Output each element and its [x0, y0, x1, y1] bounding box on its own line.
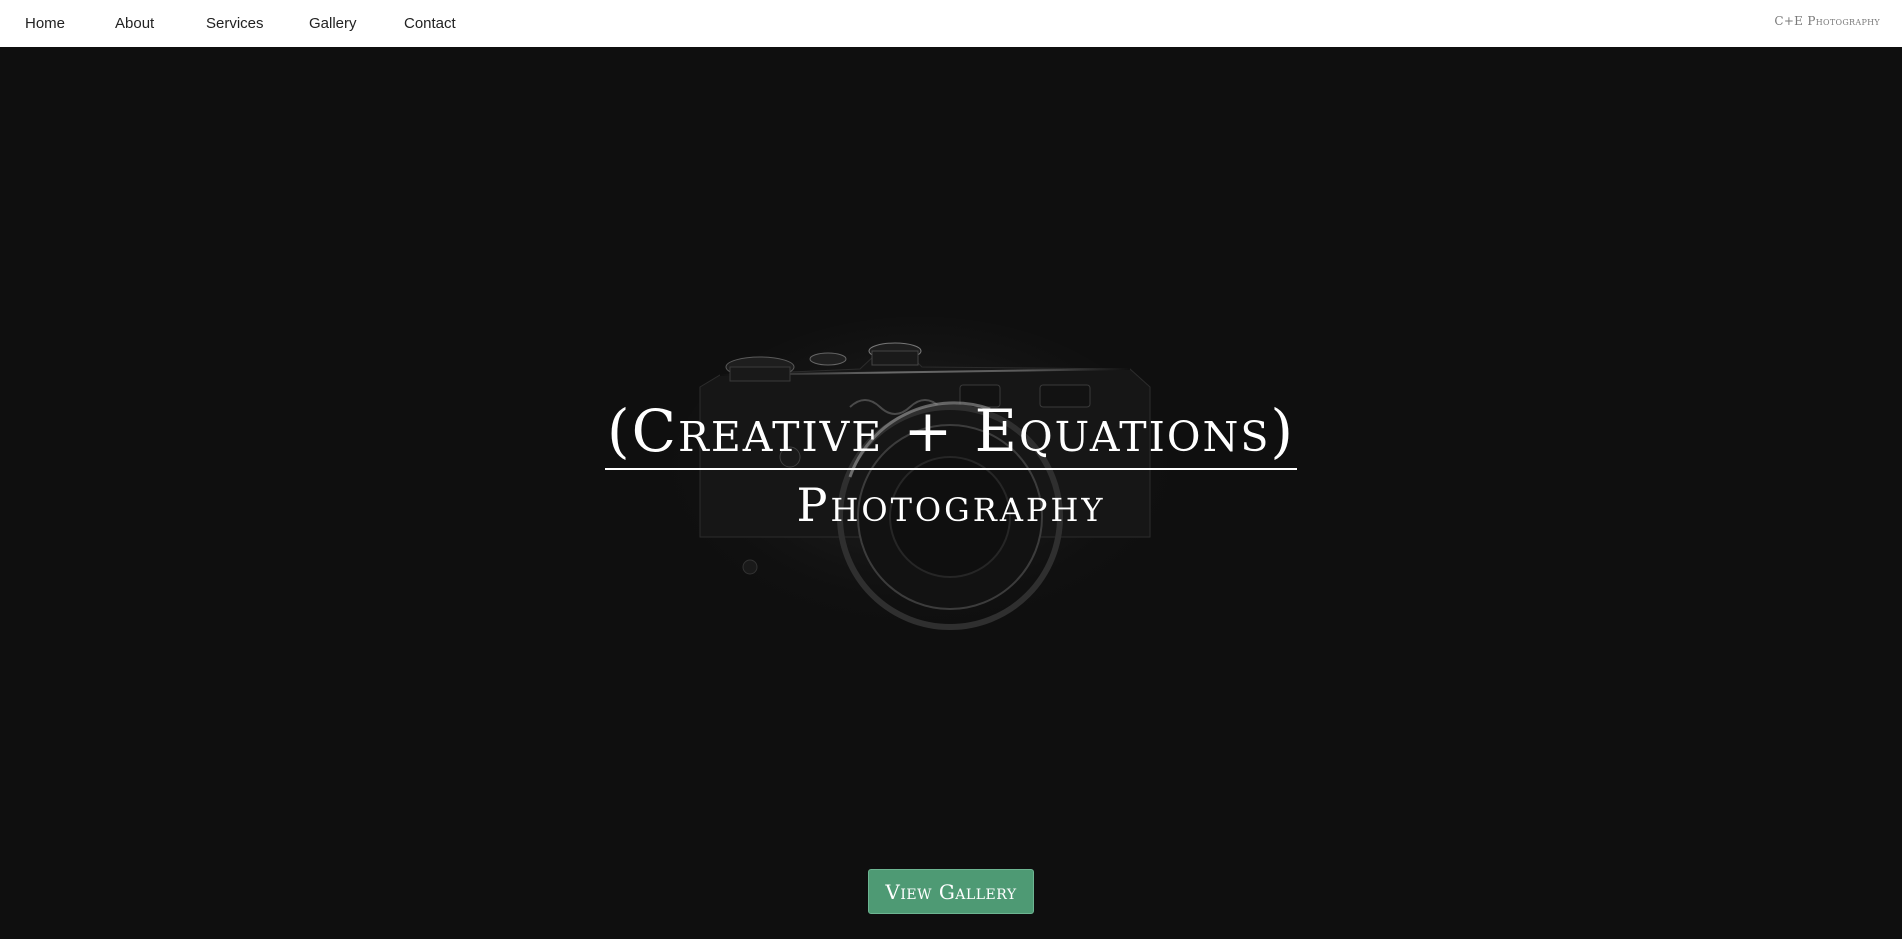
nav-link-gallery[interactable]: Gallery	[309, 15, 357, 32]
nav-link-services[interactable]: Services	[206, 15, 264, 32]
brand-logo-text[interactable]: C+E Photography	[1774, 14, 1880, 28]
hero-title: (Creative + Equations)	[604, 402, 1298, 470]
view-gallery-button[interactable]: View Gallery	[868, 869, 1034, 914]
nav-link-home[interactable]: Home	[25, 15, 65, 32]
hero-subtitle: Photography	[796, 478, 1106, 532]
hero-title-block: (Creative + Equations) Photography	[0, 402, 1902, 531]
nav-link-about[interactable]: About	[115, 15, 154, 32]
nav-link-contact[interactable]: Contact	[404, 15, 456, 32]
hero-section: (Creative + Equations) Photography View …	[0, 47, 1902, 939]
top-navbar: Home About Services Gallery Contact C+E …	[0, 0, 1902, 47]
